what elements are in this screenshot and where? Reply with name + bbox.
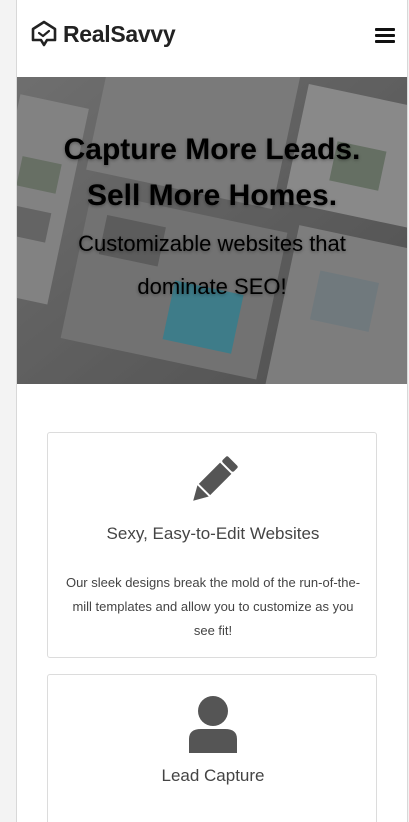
hero-banner: Capture More Leads. Sell More Homes. Cus… <box>17 77 407 384</box>
feature-title: Lead Capture <box>161 766 265 785</box>
hero-headline-line2: Sell More Homes. <box>86 179 338 212</box>
feature-text: Our sleek designs break the mold of the … <box>65 575 361 638</box>
house-chat-logo-icon <box>31 20 57 47</box>
hero-subheadline: Customizable websites that dominate SEO! <box>78 231 346 299</box>
feature-card: Lead Capture <box>47 674 377 822</box>
brand-name: RealSavvy <box>63 20 176 47</box>
page: RealSavvy Capture More Leads. Sell More … <box>16 0 408 822</box>
feature-title: Sexy, Easy-to-Edit Websites <box>106 524 320 543</box>
feature-card: Sexy, Easy-to-Edit Websites Our sleek de… <box>47 432 377 658</box>
brand-logo[interactable]: RealSavvy <box>31 20 176 48</box>
hamburger-menu-icon[interactable] <box>375 28 397 46</box>
pencil-icon <box>193 456 238 501</box>
user-icon <box>189 696 237 753</box>
site-header: RealSavvy <box>17 0 407 77</box>
hero-headline-line1: Capture More Leads. <box>63 133 361 166</box>
